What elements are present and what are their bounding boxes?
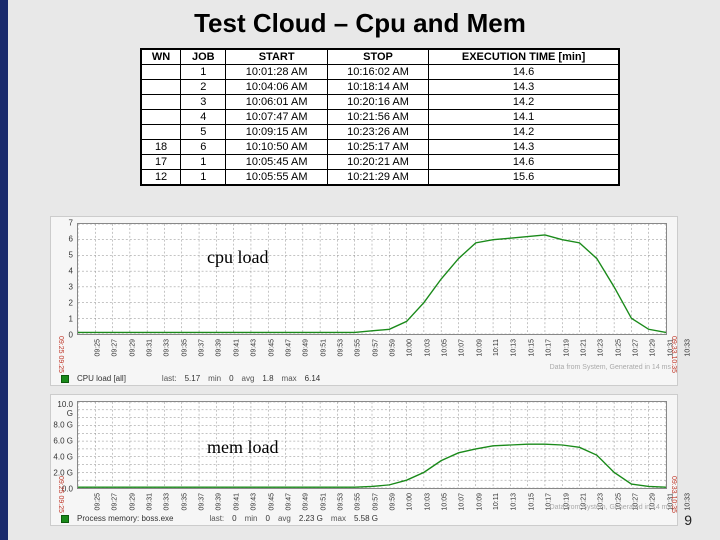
col-job: JOB: [181, 50, 226, 65]
mem-series-name: Process memory: boss.exe: [77, 514, 173, 523]
cpu-left-stamp: 09:25 09:25: [57, 336, 64, 373]
table-row: 510:09:15 AM10:23:26 AM14.2: [142, 125, 619, 140]
table-row: 310:06:01 AM10:20:16 AM14.2: [142, 95, 619, 110]
page-title: Test Cloud – Cpu and Mem: [0, 0, 720, 43]
mem-label: mem load: [207, 437, 278, 458]
cpu-series-name: CPU load [all]: [77, 374, 126, 383]
cpu-label: cpu load: [207, 247, 268, 268]
table-row: 17110:05:45 AM10:20:21 AM14.6: [142, 155, 619, 170]
mem-legend-swatch: [61, 515, 69, 523]
page-number: 9: [684, 512, 692, 528]
mem-credit: Data from System, Generated in 14 ms: [550, 504, 671, 511]
table-row: 110:01:28 AM10:16:02 AM14.6: [142, 65, 619, 80]
table-row: 12110:05:55 AM10:21:29 AM15.6: [142, 170, 619, 185]
jobs-table: WNJOBSTARTSTOPEXECUTION TIME [min] 110:0…: [140, 48, 620, 186]
cpu-legend-swatch: [61, 375, 69, 383]
col-start: START: [226, 50, 327, 65]
cpu-credit: Data from System, Generated in 14 ms: [550, 364, 671, 371]
mem-chart: 0.02.0 G4.0 G6.0 G8.0 G10.0 G 09:2509:27…: [50, 394, 678, 526]
cpu-right-stamp: 09:33 10:35: [670, 336, 677, 373]
mem-left-stamp: 09:25 09:25: [57, 476, 64, 513]
cpu-chart: 01234567 09:2509:2709:2909:3109:3309:350…: [50, 216, 678, 386]
table-row: 210:04:06 AM10:18:14 AM14.3: [142, 80, 619, 95]
col-execution-time-min-: EXECUTION TIME [min]: [429, 50, 619, 65]
table-row: 410:07:47 AM10:21:56 AM14.1: [142, 110, 619, 125]
table-row: 18610:10:50 AM10:25:17 AM14.3: [142, 140, 619, 155]
mem-right-stamp: 09:33 10:35: [670, 476, 677, 513]
col-wn: WN: [142, 50, 181, 65]
col-stop: STOP: [327, 50, 428, 65]
